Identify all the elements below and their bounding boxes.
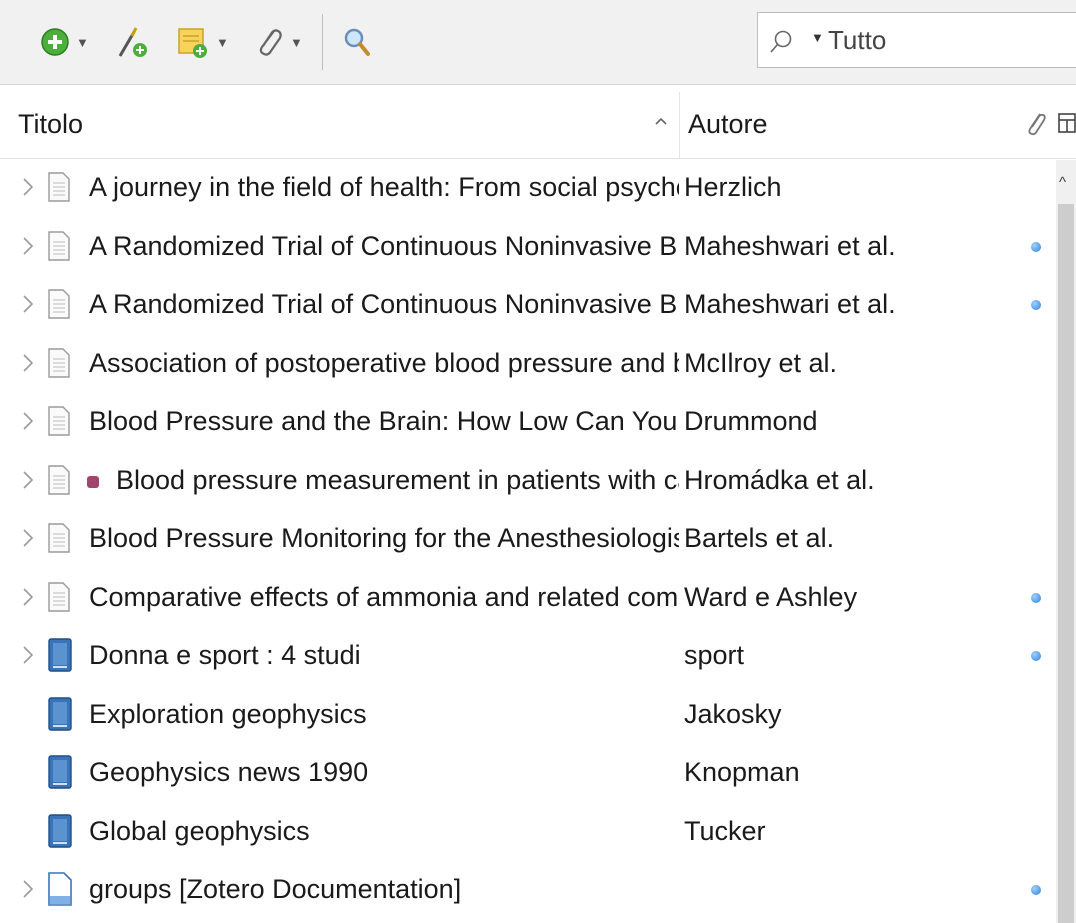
- item-title: Donna e sport : 4 studi: [89, 640, 361, 670]
- item-title: Association of postoperative blood press…: [89, 347, 679, 378]
- add-attachment-button[interactable]: ▼: [254, 22, 303, 62]
- tag-color-marker: [87, 475, 99, 488]
- item-author: sport: [684, 640, 745, 670]
- item-title: Comparative effects of ammonia and relat…: [89, 581, 679, 612]
- scroll-thumb[interactable]: [1058, 204, 1074, 923]
- expand-twisty-icon[interactable]: [22, 235, 34, 262]
- item-title: groups [Zotero Documentation]: [89, 874, 462, 904]
- dropdown-caret: ▼: [216, 34, 229, 50]
- search-icon: [770, 30, 792, 53]
- book-icon: [48, 813, 72, 853]
- document-icon: [48, 581, 70, 617]
- dropdown-caret: ▼: [290, 34, 303, 50]
- item-row[interactable]: Blood Pressure Monitoring for the Anesth…: [0, 511, 1056, 570]
- item-row[interactable]: Comparative effects of ammonia and relat…: [0, 570, 1056, 629]
- item-title: Global geophysics: [89, 815, 310, 846]
- dropdown-caret: ▼: [76, 34, 89, 50]
- search-input[interactable]: [828, 21, 1068, 59]
- attachment-dot-icon[interactable]: [1031, 241, 1041, 252]
- new-item-button[interactable]: ▼: [40, 22, 89, 62]
- expand-twisty-icon[interactable]: [22, 410, 34, 437]
- book-icon: [48, 755, 72, 794]
- item-row[interactable]: groups [Zotero Documentation]: [0, 862, 1056, 921]
- item-row[interactable]: A Randomized Trial of Continuous Noninva…: [0, 277, 1056, 336]
- document-icon: [48, 347, 70, 383]
- item-row[interactable]: A journey in the field of health: From s…: [0, 160, 1056, 219]
- scroll-up-arrow-icon[interactable]: ^: [1059, 174, 1066, 191]
- attachment-dot-icon[interactable]: [1031, 885, 1041, 895]
- item-author: Hromádka et al.: [684, 464, 875, 495]
- item-author: Tucker: [684, 815, 766, 846]
- magnifier-icon: [344, 28, 370, 56]
- item-author: Jakosky: [684, 698, 782, 729]
- item-title: A Randomized Trial of Continuous Noninva…: [89, 289, 679, 319]
- webpage-icon: [48, 872, 72, 911]
- item-title: Blood Pressure and the Brain: How Low Ca…: [89, 406, 679, 436]
- expand-twisty-icon[interactable]: [22, 293, 34, 320]
- item-row[interactable]: Association of postoperative blood press…: [0, 336, 1056, 395]
- document-icon: [48, 406, 70, 441]
- item-author: McIlroy et al.: [684, 347, 838, 378]
- sort-ascending-icon: [655, 117, 667, 125]
- add-by-identifier-button[interactable]: [114, 22, 150, 62]
- item-row[interactable]: Global geophysics Tucker: [0, 804, 1056, 863]
- document-icon: [48, 289, 70, 324]
- item-title: Blood Pressure Monitoring for the Anesth…: [89, 523, 679, 553]
- column-divider[interactable]: [679, 92, 680, 158]
- document-icon: [48, 523, 70, 558]
- paperclip-icon: [259, 29, 282, 56]
- expand-twisty-icon[interactable]: [22, 586, 34, 613]
- wand-add-by-identifier-icon: [118, 27, 147, 57]
- toolbar: ▼ ▼ ▼ ▼ Tutto: [0, 0, 1076, 85]
- attachment-dot-icon[interactable]: [1031, 651, 1041, 661]
- item-author: Knopman: [684, 757, 800, 787]
- item-title: Blood pressure measurement in patients w…: [116, 464, 679, 495]
- item-title: A journey in the field of health: From s…: [89, 172, 679, 202]
- expand-twisty-icon[interactable]: [22, 176, 34, 203]
- vertical-scrollbar[interactable]: ^: [1056, 160, 1076, 923]
- attachment-dot-icon[interactable]: [1031, 300, 1041, 310]
- note-add-icon: [178, 28, 207, 58]
- items-list: A journey in the field of health: From s…: [0, 160, 1056, 921]
- item-author: Maheshwari et al.: [684, 230, 896, 261]
- attachment-dot-icon[interactable]: [1031, 592, 1041, 603]
- item-row[interactable]: Donna e sport : 4 studi sport: [0, 628, 1056, 687]
- item-author: Drummond: [684, 406, 818, 436]
- book-icon: [48, 696, 72, 736]
- item-row[interactable]: Geophysics news 1990 Knopman: [0, 745, 1056, 804]
- item-row[interactable]: A Randomized Trial of Continuous Noninva…: [0, 219, 1056, 278]
- item-author: Maheshwari et al.: [684, 289, 896, 319]
- item-row[interactable]: Blood Pressure and the Brain: How Low Ca…: [0, 394, 1056, 453]
- item-title: Exploration geophysics: [89, 698, 367, 729]
- item-author: Bartels et al.: [684, 523, 835, 553]
- item-row[interactable]: Exploration geophysics Jakosky: [0, 687, 1056, 746]
- search-box[interactable]: ▼: [757, 12, 1076, 68]
- column-header-title[interactable]: Titolo: [18, 109, 83, 140]
- advanced-search-button[interactable]: [342, 22, 372, 62]
- book-icon: [48, 638, 72, 677]
- document-icon: [48, 230, 70, 266]
- document-icon: [48, 172, 70, 207]
- expand-twisty-icon[interactable]: [22, 352, 34, 379]
- item-title: A Randomized Trial of Continuous Noninva…: [89, 230, 679, 261]
- search-mode-caret[interactable]: ▼: [811, 30, 824, 45]
- item-author: Herzlich: [684, 172, 782, 202]
- column-picker-icon[interactable]: [1058, 112, 1076, 136]
- document-icon: [48, 464, 70, 500]
- item-row[interactable]: Blood pressure measurement in patients w…: [0, 453, 1056, 512]
- expand-twisty-icon[interactable]: [22, 527, 34, 554]
- green-plus-circle-icon: [41, 28, 69, 56]
- column-headers: Titolo Autore: [0, 92, 1076, 159]
- attachment-column-icon[interactable]: [1025, 110, 1047, 138]
- new-note-button[interactable]: ▼: [176, 22, 229, 62]
- column-header-author[interactable]: Autore: [688, 109, 768, 140]
- expand-twisty-icon[interactable]: [22, 878, 34, 905]
- expand-twisty-icon[interactable]: [22, 469, 34, 496]
- toolbar-divider: [322, 14, 323, 70]
- item-title: Geophysics news 1990: [89, 757, 369, 787]
- expand-twisty-icon[interactable]: [22, 644, 34, 671]
- item-author: Ward e Ashley: [684, 581, 858, 612]
